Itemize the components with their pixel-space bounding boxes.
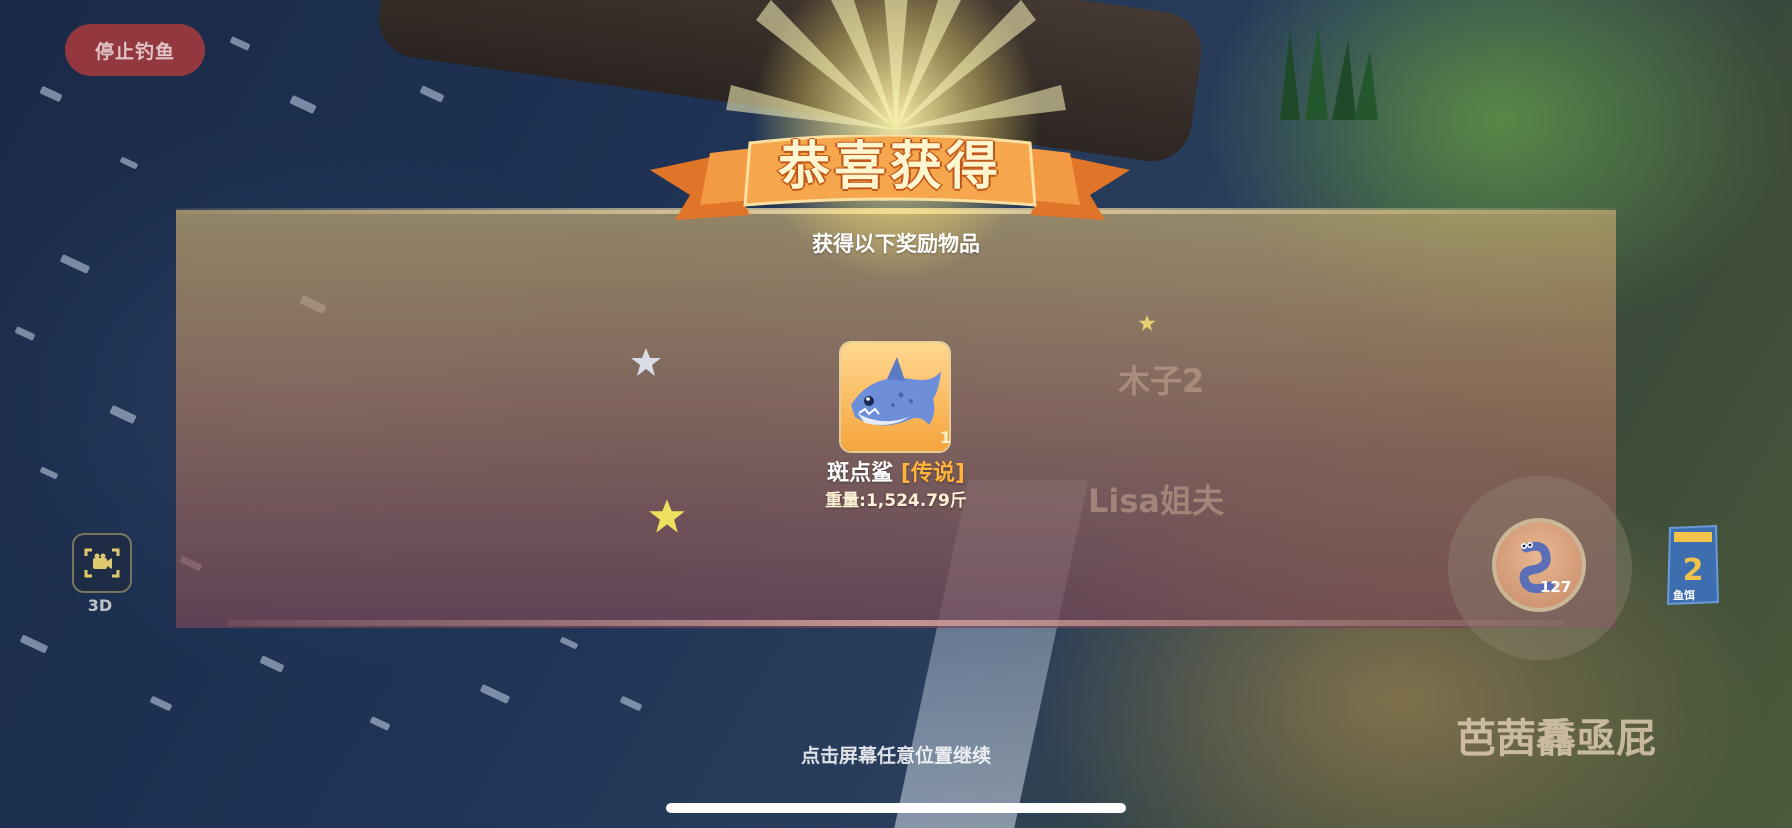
star-icon: [649, 499, 685, 533]
bait-button[interactable]: [1492, 518, 1586, 612]
grass-decoration: [1280, 25, 1378, 120]
reward-title: 恭喜获得: [777, 137, 1002, 197]
game-scene[interactable]: 停止钓鱼 3D 木子2 Lisa姐夫 芭茜馫亟屁 恭喜获得 获得以下奖励物品 1…: [0, 0, 1792, 828]
player-name-tag: 芭茜馫亟屁: [1456, 716, 1656, 762]
home-indicator[interactable]: [666, 803, 1126, 813]
bait-count: 127: [1540, 578, 1572, 596]
reward-item-icon[interactable]: [841, 343, 949, 451]
star-icon: [631, 348, 661, 376]
reward-item-count: 1: [940, 428, 952, 447]
reward-item-weight: 重量:1,524.79斤: [825, 491, 967, 511]
player-name-tag: 木子2: [1118, 362, 1205, 400]
reward-subtitle: 获得以下奖励物品: [812, 232, 980, 256]
reward-item-title: 斑点鲨: [827, 461, 894, 486]
player-name-tag: Lisa姐夫: [1088, 482, 1225, 520]
shark-icon: [851, 357, 941, 426]
camera-mode-button[interactable]: [72, 533, 132, 593]
camera-mode-label: 3D: [87, 596, 113, 615]
stop-fishing-button[interactable]: 停止钓鱼: [65, 24, 205, 76]
svg-text:2: 2: [1683, 553, 1704, 588]
star-icon: [1138, 315, 1156, 331]
camera-icon: [84, 548, 120, 578]
reward-item-name: 斑点鲨 [传说]: [796, 455, 996, 487]
reward-item-rarity: [传说]: [900, 461, 965, 486]
bait-bag-label: 鱼饵: [1673, 589, 1695, 602]
panel-bottom-border: [228, 620, 1564, 626]
continue-hint: 点击屏幕任意位置继续: [800, 745, 991, 767]
